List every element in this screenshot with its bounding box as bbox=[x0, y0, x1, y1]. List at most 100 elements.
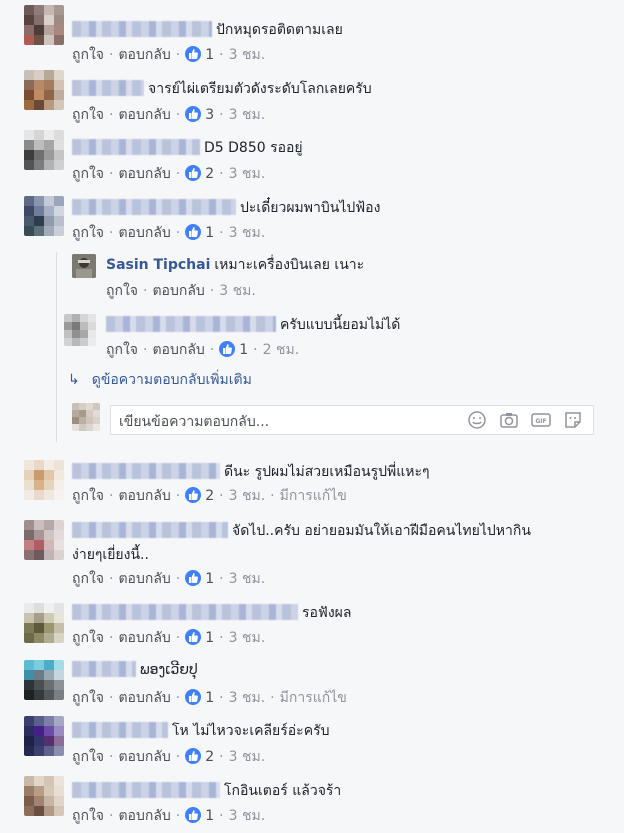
like-count[interactable]: 1 bbox=[205, 690, 214, 706]
timestamp[interactable]: 3 ชม. bbox=[229, 571, 266, 587]
separator: · bbox=[175, 690, 181, 706]
edited-label[interactable]: มีการแก้ไข bbox=[280, 690, 347, 706]
separator: · bbox=[219, 488, 224, 504]
like-icon[interactable] bbox=[185, 224, 202, 240]
like-button[interactable]: ถูกใจ bbox=[72, 690, 104, 706]
view-more-replies[interactable]: ↳ ดูข้อความตอบกลับเพิ่มเติม bbox=[68, 370, 252, 390]
like-button[interactable]: ถูกใจ bbox=[72, 808, 104, 824]
timestamp[interactable]: 3 ชม. bbox=[229, 808, 266, 824]
timestamp[interactable]: 3 ชม. bbox=[219, 283, 256, 299]
timestamp[interactable]: 3 ชม. bbox=[229, 630, 266, 646]
avatar[interactable] bbox=[24, 603, 64, 643]
like-count[interactable]: 1 bbox=[205, 808, 214, 824]
like-button[interactable]: ถูกใจ bbox=[72, 630, 104, 646]
like-icon[interactable] bbox=[185, 487, 202, 503]
like-button[interactable]: ถูกใจ bbox=[72, 749, 104, 765]
reply-button[interactable]: ตอบกลับ bbox=[118, 808, 170, 824]
camera-icon[interactable] bbox=[499, 410, 519, 430]
reply-button[interactable]: ตอบกลับ bbox=[118, 225, 170, 241]
avatar[interactable] bbox=[24, 660, 64, 700]
like-icon[interactable] bbox=[185, 629, 202, 645]
like-icon[interactable] bbox=[185, 165, 202, 181]
reply-button[interactable]: ตอบกลับ bbox=[118, 166, 170, 182]
emoji-icon[interactable] bbox=[467, 410, 487, 430]
reply-button[interactable]: ตอบกลับ bbox=[152, 283, 204, 299]
timestamp[interactable]: 2 ชม. bbox=[263, 342, 300, 358]
commenter-name[interactable] bbox=[72, 782, 220, 798]
reply-author[interactable]: Sasin Tipchai bbox=[106, 257, 210, 273]
reply-actions: ถูกใจ · ตอบกลับ · 3 ชม. bbox=[106, 281, 256, 301]
timestamp[interactable]: 3 ชม. bbox=[229, 225, 266, 241]
reply-button[interactable]: ตอบกลับ bbox=[118, 488, 170, 504]
avatar[interactable] bbox=[24, 130, 64, 170]
like-button[interactable]: ถูกใจ bbox=[72, 488, 104, 504]
commenter-name[interactable] bbox=[72, 139, 200, 155]
avatar[interactable] bbox=[24, 196, 64, 236]
commenter-name[interactable] bbox=[72, 604, 298, 620]
like-count[interactable]: 1 bbox=[205, 630, 214, 646]
reply-input[interactable]: เขียนข้อความตอบกลับ... GIF bbox=[110, 405, 594, 435]
timestamp[interactable]: 3 ชม. bbox=[229, 749, 266, 765]
commenter-name[interactable] bbox=[72, 661, 136, 677]
reply-button[interactable]: ตอบกลับ bbox=[118, 107, 170, 123]
like-icon[interactable] bbox=[185, 570, 202, 586]
timestamp[interactable]: 3 ชม. bbox=[229, 690, 266, 706]
avatar[interactable] bbox=[24, 70, 64, 110]
reply-button[interactable]: ตอบกลับ bbox=[118, 690, 170, 706]
gif-icon[interactable]: GIF bbox=[531, 410, 551, 430]
like-icon[interactable] bbox=[219, 341, 236, 357]
like-count[interactable]: 1 bbox=[205, 571, 214, 587]
commenter-name[interactable] bbox=[72, 199, 236, 215]
like-button[interactable]: ถูกใจ bbox=[106, 283, 138, 299]
like-count[interactable]: 1 bbox=[239, 342, 248, 358]
like-icon[interactable] bbox=[185, 46, 202, 62]
commenter-name[interactable] bbox=[72, 522, 228, 538]
avatar[interactable] bbox=[24, 460, 64, 500]
commenter-name[interactable] bbox=[106, 316, 276, 332]
avatar[interactable] bbox=[24, 520, 64, 560]
like-icon[interactable] bbox=[185, 689, 202, 705]
like-icon[interactable] bbox=[185, 106, 202, 122]
like-button[interactable]: ถูกใจ bbox=[106, 342, 138, 358]
avatar[interactable] bbox=[24, 776, 64, 816]
avatar[interactable] bbox=[24, 5, 64, 45]
commenter-name[interactable] bbox=[72, 722, 168, 738]
separator: · bbox=[175, 808, 181, 824]
commenter-name[interactable] bbox=[72, 21, 212, 37]
timestamp[interactable]: 3 ชม. bbox=[229, 488, 266, 504]
like-count[interactable]: 1 bbox=[205, 47, 214, 63]
commenter-name[interactable] bbox=[72, 80, 144, 96]
like-count[interactable]: 3 bbox=[205, 107, 214, 123]
like-icon[interactable] bbox=[185, 748, 202, 764]
reply-button[interactable]: ตอบกลับ bbox=[118, 749, 170, 765]
separator: · bbox=[175, 107, 181, 123]
timestamp[interactable]: 3 ชม. bbox=[229, 107, 266, 123]
like-count[interactable]: 2 bbox=[205, 166, 214, 182]
edited-label[interactable]: มีการแก้ไข bbox=[280, 488, 347, 504]
timestamp[interactable]: 3 ชม. bbox=[229, 166, 266, 182]
like-icon[interactable] bbox=[185, 807, 202, 823]
comment-actions: ถูกใจ · ตอบกลับ · 1 · 3 ชม. bbox=[72, 45, 265, 65]
like-count[interactable]: 2 bbox=[205, 488, 214, 504]
reply-button[interactable]: ตอบกลับ bbox=[118, 571, 170, 587]
avatar[interactable] bbox=[64, 314, 96, 346]
like-button[interactable]: ถูกใจ bbox=[72, 107, 104, 123]
comment-text: ปะเดี๋ยวผมพาบินไปฟ้อง bbox=[240, 200, 381, 216]
like-button[interactable]: ถูกใจ bbox=[72, 225, 104, 241]
like-button[interactable]: ถูกใจ bbox=[72, 166, 104, 182]
reply-button[interactable]: ตอบกลับ bbox=[152, 342, 204, 358]
avatar[interactable] bbox=[24, 716, 64, 756]
timestamp[interactable]: 3 ชม. bbox=[229, 47, 266, 63]
comment-body: รอฟังผล bbox=[72, 603, 351, 623]
like-button[interactable]: ถูกใจ bbox=[72, 47, 104, 63]
commenter-name[interactable] bbox=[72, 463, 220, 479]
like-count[interactable]: 2 bbox=[205, 749, 214, 765]
separator: · bbox=[219, 571, 224, 587]
reply-button[interactable]: ตอบกลับ bbox=[118, 630, 170, 646]
comment-body: ดีนะ รูปผมไม่สวยเหมือนรูปพี่แหะๆ bbox=[72, 462, 430, 482]
avatar[interactable] bbox=[72, 254, 96, 278]
like-count[interactable]: 1 bbox=[205, 225, 214, 241]
like-button[interactable]: ถูกใจ bbox=[72, 571, 104, 587]
sticker-icon[interactable] bbox=[563, 410, 583, 430]
reply-button[interactable]: ตอบกลับ bbox=[118, 47, 170, 63]
